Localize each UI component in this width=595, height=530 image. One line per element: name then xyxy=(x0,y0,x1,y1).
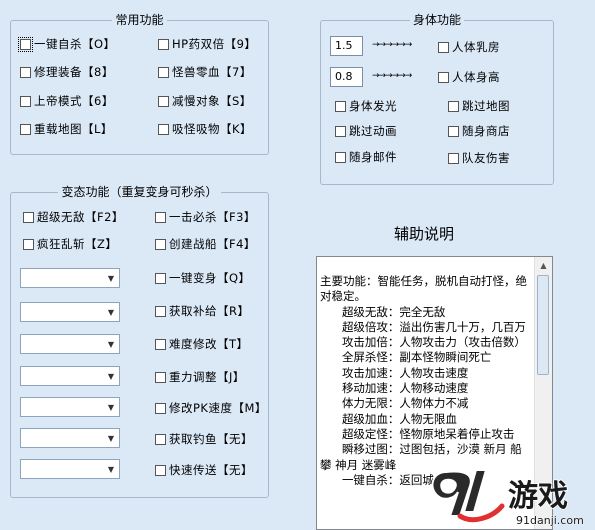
checkbox-box[interactable] xyxy=(448,152,459,164)
checkbox-one-hit-kill[interactable]: 一击必杀【F3】 xyxy=(155,210,256,224)
checkbox-box[interactable] xyxy=(23,238,34,250)
height-input[interactable]: 0.8 xyxy=(330,67,363,87)
checkbox-box[interactable] xyxy=(438,71,449,83)
checkbox-super-invincible[interactable]: 超级无敌【F2】 xyxy=(23,210,124,224)
checkbox-box[interactable] xyxy=(438,41,449,53)
chevron-down-icon[interactable]: ▼ xyxy=(103,269,119,287)
combo-difficulty[interactable]: ▼ xyxy=(20,334,120,354)
checkbox-reload-map[interactable]: 重载地图【L】 xyxy=(20,122,113,136)
watermark-logo: 游戏 91danji.com xyxy=(431,469,584,527)
breast-arrows: →→→→→→ xyxy=(372,40,412,50)
breast-size-input[interactable]: 1.5 xyxy=(330,36,363,56)
checkbox-box[interactable] xyxy=(20,123,31,135)
height-arrows: →→→→→→ xyxy=(372,71,412,81)
checkbox-box[interactable] xyxy=(158,66,169,78)
checkbox-box[interactable] xyxy=(20,66,31,78)
help-text: 主要功能：智能任务，脱机自动打怪，绝对稳定。 超级无敌：完全无敌 超级倍攻：溢出… xyxy=(320,274,527,487)
checkbox-box[interactable] xyxy=(155,464,166,476)
checkbox-monster-zero-hp[interactable]: 怪兽零血【7】 xyxy=(158,65,252,79)
checkbox-repair[interactable]: 修理装备【8】 xyxy=(20,65,114,79)
checkbox-skip-animation[interactable]: 跳过动画 xyxy=(335,124,397,138)
checkbox-box[interactable] xyxy=(335,125,346,137)
scrollbar-thumb[interactable] xyxy=(537,275,549,375)
checkbox-body-glow[interactable]: 身体发光 xyxy=(335,99,397,113)
checkbox-slow-object[interactable]: 减慢对象【S】 xyxy=(158,94,252,108)
checkbox-box[interactable] xyxy=(158,123,169,135)
checkbox-height[interactable]: 人体身高 xyxy=(438,70,500,84)
checkbox-fast-teleport[interactable]: 快速传送【无】 xyxy=(155,463,253,477)
checkbox-box[interactable] xyxy=(448,100,459,112)
checkbox-box[interactable] xyxy=(155,238,166,250)
chevron-down-icon[interactable]: ▼ xyxy=(103,303,119,321)
abnormal-functions-title: 变态功能（重复变身可秒杀） xyxy=(58,185,221,199)
checkbox-box[interactable] xyxy=(23,211,34,223)
checkbox-box[interactable] xyxy=(448,125,459,137)
checkbox-box[interactable] xyxy=(155,338,166,350)
checkbox-difficulty[interactable]: 难度修改【T】 xyxy=(155,337,249,351)
checkbox-portable-mail[interactable]: 随身邮件 xyxy=(335,150,397,164)
checkbox-box[interactable] xyxy=(155,433,166,445)
checkbox-box[interactable] xyxy=(155,402,166,414)
checkbox-box[interactable] xyxy=(18,36,33,52)
help-title: 辅助说明 xyxy=(394,225,455,243)
chevron-down-icon[interactable]: ▼ xyxy=(103,460,119,478)
chevron-down-icon[interactable]: ▼ xyxy=(103,335,119,353)
checkbox-portable-shop[interactable]: 随身商店 xyxy=(448,124,510,138)
chevron-down-icon[interactable]: ▼ xyxy=(103,429,119,447)
checkbox-box[interactable] xyxy=(158,95,169,107)
combo-fishing[interactable]: ▼ xyxy=(20,428,120,448)
checkbox-crazy-slash[interactable]: 疯狂乱斩【Z】 xyxy=(23,237,117,251)
checkbox-breast[interactable]: 人体乳房 xyxy=(438,40,500,54)
checkbox-box[interactable] xyxy=(155,211,166,223)
checkbox-suicide[interactable]: 一键自杀【O】 xyxy=(18,36,116,52)
checkbox-create-warship[interactable]: 创建战船【F4】 xyxy=(155,237,256,251)
body-functions-title: 身体功能 xyxy=(409,13,464,27)
combo-supply[interactable]: ▼ xyxy=(20,302,120,322)
checkbox-box[interactable] xyxy=(155,371,166,383)
chevron-down-icon[interactable]: ▼ xyxy=(103,367,119,385)
watermark-site-text: 91danji.com xyxy=(516,514,584,527)
checkbox-box[interactable] xyxy=(155,272,166,284)
chevron-down-icon[interactable]: ▼ xyxy=(103,398,119,416)
checkbox-box[interactable] xyxy=(335,151,346,163)
checkbox-gravity[interactable]: 重力调整【J】 xyxy=(155,370,245,384)
checkbox-get-supply[interactable]: 获取补给【R】 xyxy=(155,304,250,318)
checkbox-one-key-transform[interactable]: 一键变身【Q】 xyxy=(155,271,251,285)
checkbox-teammate-damage[interactable]: 队友伤害 xyxy=(448,151,510,165)
combo-transform[interactable]: ▼ xyxy=(20,268,120,288)
common-functions-title: 常用功能 xyxy=(112,13,167,27)
watermark-brand-text: 游戏 xyxy=(508,479,568,514)
checkbox-box[interactable] xyxy=(158,38,169,50)
checkbox-god-mode[interactable]: 上帝模式【6】 xyxy=(20,94,114,108)
checkbox-fishing[interactable]: 获取钓鱼【无】 xyxy=(155,432,253,446)
combo-gravity[interactable]: ▼ xyxy=(20,366,120,386)
scroll-up-icon[interactable]: ▲ xyxy=(535,257,552,274)
checkbox-box[interactable] xyxy=(20,95,31,107)
checkbox-pk-speed[interactable]: 修改PK速度【M】 xyxy=(155,401,267,415)
checkbox-skip-map[interactable]: 跳过地图 xyxy=(448,99,510,113)
combo-teleport[interactable]: ▼ xyxy=(20,459,120,479)
checkbox-box[interactable] xyxy=(335,100,346,112)
checkbox-box[interactable] xyxy=(155,305,166,317)
combo-pk-speed[interactable]: ▼ xyxy=(20,397,120,417)
checkbox-vacuum[interactable]: 吸怪吸物【K】 xyxy=(158,122,252,136)
checkbox-hp-double[interactable]: HP药双倍【9】 xyxy=(158,37,256,51)
